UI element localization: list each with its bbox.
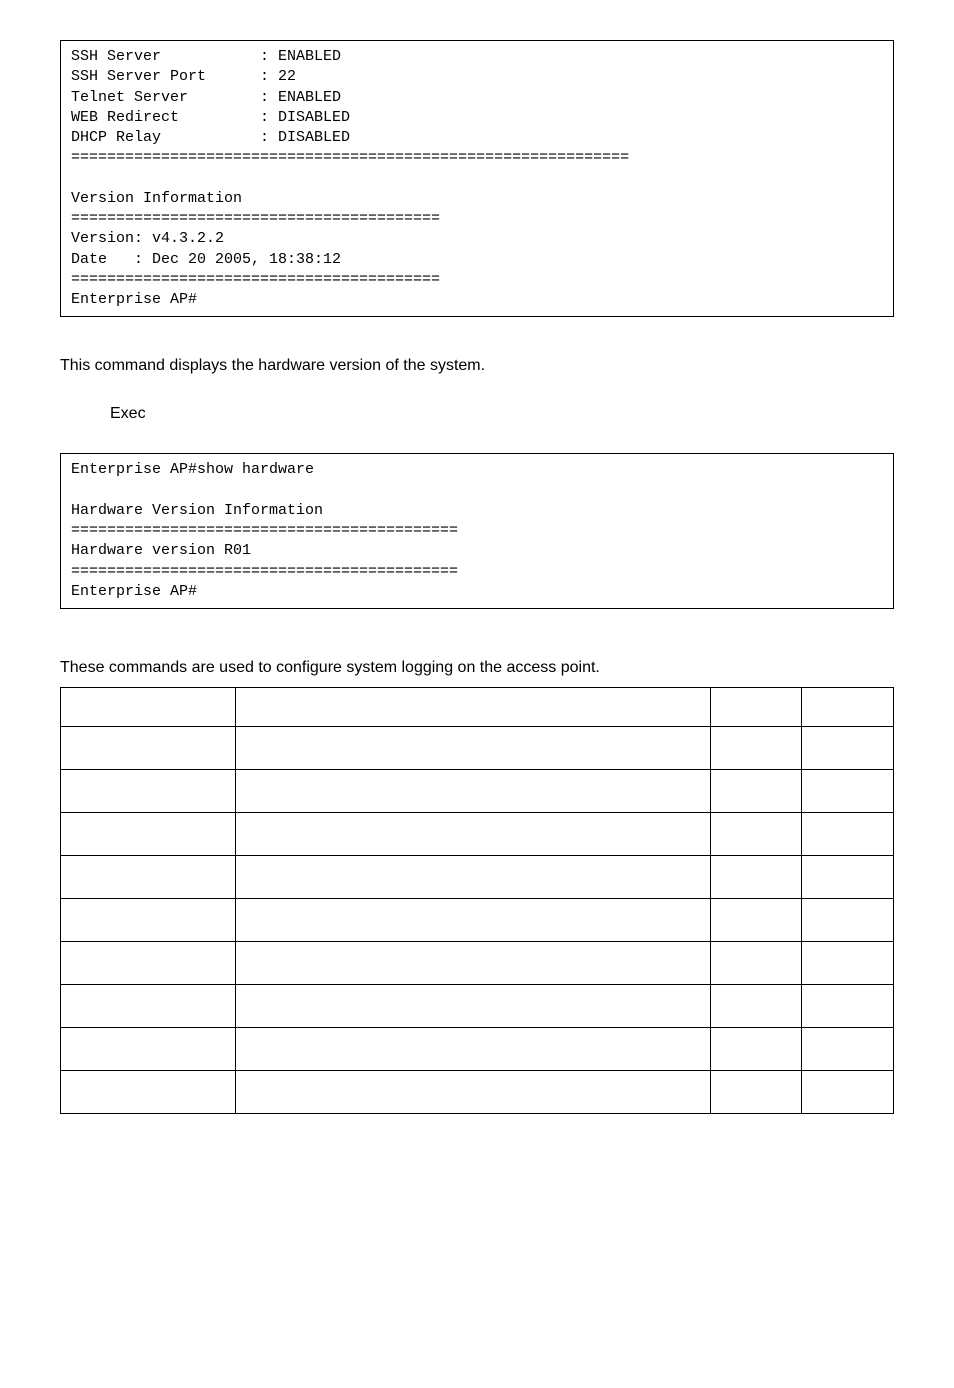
exec-label: Exec [110,405,894,423]
table-cell [235,985,710,1028]
table-row [61,856,894,899]
table-header-cell [235,688,710,727]
table-cell [802,727,894,770]
table-cell [710,1028,802,1071]
table-cell [235,899,710,942]
table-cell [235,727,710,770]
table-cell [61,985,236,1028]
table-cell [802,770,894,813]
table-cell [802,985,894,1028]
table-cell [710,942,802,985]
table-cell [710,727,802,770]
table-cell [61,727,236,770]
table-cell [235,856,710,899]
table-cell [61,942,236,985]
table-cell [235,1071,710,1114]
table-row [61,1071,894,1114]
table-cell [802,942,894,985]
table-cell [61,1071,236,1114]
table-row [61,770,894,813]
logging-description: These commands are used to configure sys… [60,659,894,677]
table-header-cell [61,688,236,727]
table-cell [61,813,236,856]
table-cell [710,856,802,899]
hardware-description: This command displays the hardware versi… [60,357,894,375]
table-cell [710,770,802,813]
table-cell [710,899,802,942]
table-cell [235,813,710,856]
table-header-cell [710,688,802,727]
table-cell [235,942,710,985]
table-cell [710,813,802,856]
table-cell [802,1028,894,1071]
table-row [61,942,894,985]
table-row [61,899,894,942]
table-cell [710,1071,802,1114]
table-cell [61,899,236,942]
table-row [61,727,894,770]
table-cell [802,1071,894,1114]
table-cell [802,856,894,899]
table-cell [802,813,894,856]
table-header-cell [802,688,894,727]
table-header-row [61,688,894,727]
code-block-system-info: SSH Server : ENABLED SSH Server Port : 2… [60,40,894,317]
table-cell [710,985,802,1028]
table-cell [61,1028,236,1071]
table-cell [802,899,894,942]
table-cell [61,856,236,899]
code-block-hardware: Enterprise AP#show hardware Hardware Ver… [60,453,894,609]
table-row [61,1028,894,1071]
table-cell [235,770,710,813]
command-table [60,687,894,1114]
table-row [61,813,894,856]
table-cell [235,1028,710,1071]
table-cell [61,770,236,813]
table-row [61,985,894,1028]
